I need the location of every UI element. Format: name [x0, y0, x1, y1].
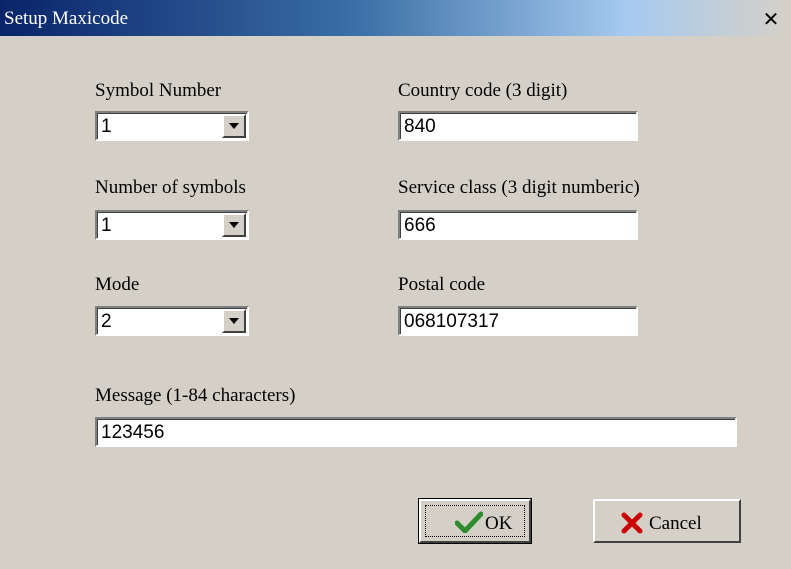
chevron-down-icon[interactable] — [222, 213, 246, 237]
x-mark-icon — [621, 512, 643, 534]
cancel-button[interactable]: Cancel — [593, 499, 741, 543]
message-label: Message (1-84 characters) — [95, 385, 296, 406]
postal-code-label: Postal code — [398, 274, 486, 295]
mode-value: 2 — [101, 311, 112, 332]
ok-button-label: OK — [485, 513, 513, 534]
mode-select[interactable]: 2 — [95, 306, 249, 336]
title-bar[interactable]: Setup Maxicode ✕ — [0, 0, 785, 36]
message-value: 123456 — [101, 422, 165, 443]
country-code-value: 840 — [404, 116, 436, 137]
symbol-number-value: 1 — [101, 116, 112, 137]
ok-button[interactable]: OK — [418, 498, 532, 544]
service-class-label: Service class (3 digit numberic) — [398, 177, 640, 198]
cancel-button-label: Cancel — [649, 513, 702, 534]
country-code-label: Country code (3 digit) — [398, 80, 568, 101]
number-of-symbols-select[interactable]: 1 — [95, 210, 249, 240]
close-button[interactable]: ✕ — [760, 9, 782, 29]
service-class-value: 666 — [404, 215, 436, 236]
checkmark-icon — [455, 511, 483, 533]
country-code-input[interactable]: 840 — [398, 111, 638, 141]
message-input[interactable]: 123456 — [95, 417, 737, 447]
chevron-down-icon[interactable] — [222, 309, 246, 333]
chevron-down-icon[interactable] — [222, 114, 246, 138]
service-class-input[interactable]: 666 — [398, 210, 638, 240]
postal-code-value: 068107317 — [404, 311, 500, 332]
symbol-number-label: Symbol Number — [95, 80, 222, 101]
postal-code-input[interactable]: 068107317 — [398, 306, 638, 336]
number-of-symbols-value: 1 — [101, 215, 112, 236]
symbol-number-select[interactable]: 1 — [95, 111, 249, 141]
window-title: Setup Maxicode — [4, 8, 129, 29]
setup-maxicode-dialog: Setup Maxicode ✕ Symbol Number 1 Number … — [0, 0, 791, 569]
mode-label: Mode — [95, 274, 140, 295]
number-of-symbols-label: Number of symbols — [95, 177, 246, 198]
